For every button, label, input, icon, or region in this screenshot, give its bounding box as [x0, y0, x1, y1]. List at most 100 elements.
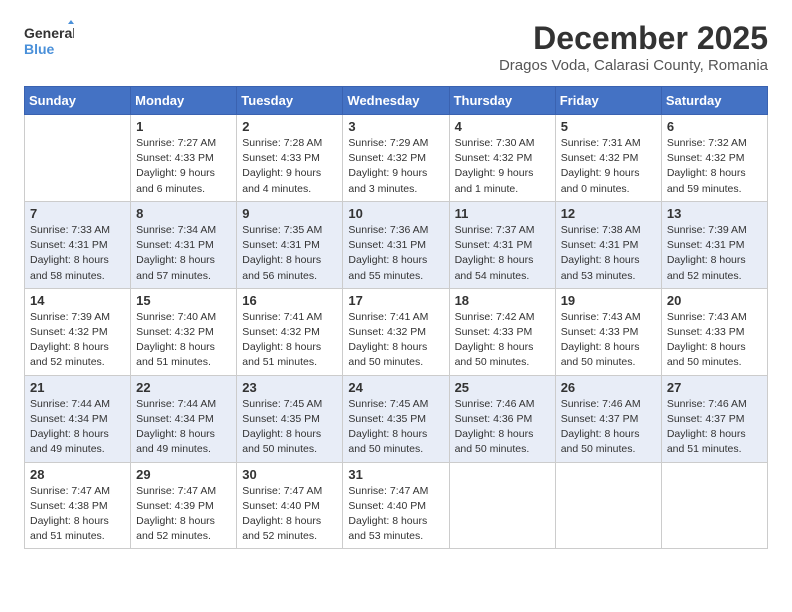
- svg-text:General: General: [24, 25, 74, 41]
- calendar-cell: 15 Sunrise: 7:40 AMSunset: 4:32 PMDayligh…: [131, 288, 237, 375]
- day-number: 16: [242, 293, 337, 308]
- col-header-tuesday: Tuesday: [237, 87, 343, 115]
- logo-svg: General Blue: [24, 20, 74, 62]
- calendar-cell: 22Sunrise: 7:44 AMSunset: 4:34 PMDayligh…: [131, 375, 237, 462]
- calendar-cell: 31 Sunrise: 7:47 AMSunset: 4:40 PMDayligh…: [343, 462, 449, 549]
- day-info: Sunrise: 7:47 AMSunset: 4:38 PMDaylight:…: [30, 484, 125, 545]
- day-info: Sunrise: 7:30 AMSunset: 4:32 PMDaylight:…: [455, 136, 550, 197]
- calendar-cell: 13Sunrise: 7:39 AMSunset: 4:31 PMDayligh…: [661, 201, 767, 288]
- col-header-saturday: Saturday: [661, 87, 767, 115]
- day-info: Sunrise: 7:33 AMSunset: 4:31 PMDaylight:…: [30, 223, 125, 284]
- calendar-cell: 3Sunrise: 7:29 AMSunset: 4:32 PMDaylight…: [343, 115, 449, 202]
- location-subtitle: Dragos Voda, Calarasi County, Romania: [499, 57, 768, 74]
- day-number: 31: [348, 467, 443, 482]
- day-number: 17: [348, 293, 443, 308]
- day-number: 25: [455, 380, 550, 395]
- calendar-cell: 27Sunrise: 7:46 AMSunset: 4:37 PMDayligh…: [661, 375, 767, 462]
- calendar-cell: 24 Sunrise: 7:45 AMSunset: 4:35 PMDayligh…: [343, 375, 449, 462]
- day-info: Sunrise: 7:39 AMSunset: 4:31 PMDaylight:…: [667, 223, 762, 284]
- day-info: Sunrise: 7:41 AMSunset: 4:32 PMDaylight:…: [242, 310, 337, 371]
- day-info: Sunrise: 7:34 AMSunset: 4:31 PMDaylight:…: [136, 223, 231, 284]
- day-number: 12: [561, 206, 656, 221]
- day-info: Sunrise: 7:47 AMSunset: 4:40 PMDaylight:…: [242, 484, 337, 545]
- day-info: Sunrise: 7:32 AMSunset: 4:32 PMDaylight:…: [667, 136, 762, 197]
- day-info: Sunrise: 7:46 AMSunset: 4:37 PMDaylight:…: [561, 397, 656, 458]
- calendar-table: SundayMondayTuesdayWednesdayThursdayFrid…: [24, 86, 768, 549]
- day-number: 26: [561, 380, 656, 395]
- day-number: 29: [136, 467, 231, 482]
- calendar-cell: 8 Sunrise: 7:34 AMSunset: 4:31 PMDaylight…: [131, 201, 237, 288]
- calendar-cell: 1 Sunrise: 7:27 AMSunset: 4:33 PMDaylight…: [131, 115, 237, 202]
- day-info: Sunrise: 7:40 AMSunset: 4:32 PMDaylight:…: [136, 310, 231, 371]
- calendar-cell: 16 Sunrise: 7:41 AMSunset: 4:32 PMDayligh…: [237, 288, 343, 375]
- day-number: 28: [30, 467, 125, 482]
- calendar-cell: 18 Sunrise: 7:42 AMSunset: 4:33 PMDayligh…: [449, 288, 555, 375]
- day-info: Sunrise: 7:39 AMSunset: 4:32 PMDaylight:…: [30, 310, 125, 371]
- calendar-cell: 29 Sunrise: 7:47 AMSunset: 4:39 PMDayligh…: [131, 462, 237, 549]
- day-number: 1: [136, 119, 231, 134]
- day-info: Sunrise: 7:45 AMSunset: 4:35 PMDaylight:…: [242, 397, 337, 458]
- calendar-cell: 2Sunrise: 7:28 AMSunset: 4:33 PMDaylight…: [237, 115, 343, 202]
- calendar-cell: 21 Sunrise: 7:44 AMSunset: 4:34 PMDayligh…: [25, 375, 131, 462]
- day-number: 14: [30, 293, 125, 308]
- day-info: Sunrise: 7:41 AMSunset: 4:32 PMDaylight:…: [348, 310, 443, 371]
- day-number: 18: [455, 293, 550, 308]
- calendar-cell: 5 Sunrise: 7:31 AMSunset: 4:32 PMDaylight…: [555, 115, 661, 202]
- title-block: December 2025 Dragos Voda, Calarasi Coun…: [499, 20, 768, 74]
- col-header-thursday: Thursday: [449, 87, 555, 115]
- day-info: Sunrise: 7:29 AMSunset: 4:32 PMDaylight:…: [348, 136, 443, 197]
- day-number: 23: [242, 380, 337, 395]
- day-number: 7: [30, 206, 125, 221]
- day-number: 21: [30, 380, 125, 395]
- day-number: 20: [667, 293, 762, 308]
- day-info: Sunrise: 7:44 AMSunset: 4:34 PMDaylight:…: [136, 397, 231, 458]
- day-number: 19: [561, 293, 656, 308]
- calendar-cell: 28 Sunrise: 7:47 AMSunset: 4:38 PMDayligh…: [25, 462, 131, 549]
- day-number: 30: [242, 467, 337, 482]
- calendar-cell: 9 Sunrise: 7:35 AMSunset: 4:31 PMDaylight…: [237, 201, 343, 288]
- calendar-cell: 20Sunrise: 7:43 AMSunset: 4:33 PMDayligh…: [661, 288, 767, 375]
- calendar-cell: [555, 462, 661, 549]
- day-info: Sunrise: 7:36 AMSunset: 4:31 PMDaylight:…: [348, 223, 443, 284]
- col-header-monday: Monday: [131, 87, 237, 115]
- calendar-cell: [661, 462, 767, 549]
- day-info: Sunrise: 7:46 AMSunset: 4:37 PMDaylight:…: [667, 397, 762, 458]
- calendar-cell: 25 Sunrise: 7:46 AMSunset: 4:36 PMDayligh…: [449, 375, 555, 462]
- day-info: Sunrise: 7:47 AMSunset: 4:39 PMDaylight:…: [136, 484, 231, 545]
- day-info: Sunrise: 7:42 AMSunset: 4:33 PMDaylight:…: [455, 310, 550, 371]
- calendar-cell: 30 Sunrise: 7:47 AMSunset: 4:40 PMDayligh…: [237, 462, 343, 549]
- day-info: Sunrise: 7:35 AMSunset: 4:31 PMDaylight:…: [242, 223, 337, 284]
- calendar-cell: 10 Sunrise: 7:36 AMSunset: 4:31 PMDayligh…: [343, 201, 449, 288]
- col-header-wednesday: Wednesday: [343, 87, 449, 115]
- day-number: 9: [242, 206, 337, 221]
- calendar-cell: 26 Sunrise: 7:46 AMSunset: 4:37 PMDayligh…: [555, 375, 661, 462]
- day-info: Sunrise: 7:44 AMSunset: 4:34 PMDaylight:…: [30, 397, 125, 458]
- day-number: 8: [136, 206, 231, 221]
- col-header-sunday: Sunday: [25, 87, 131, 115]
- logo: General Blue: [24, 20, 74, 62]
- day-number: 15: [136, 293, 231, 308]
- day-number: 6: [667, 119, 762, 134]
- day-info: Sunrise: 7:43 AMSunset: 4:33 PMDaylight:…: [561, 310, 656, 371]
- calendar-cell: [25, 115, 131, 202]
- day-number: 11: [455, 206, 550, 221]
- day-info: Sunrise: 7:28 AMSunset: 4:33 PMDaylight:…: [242, 136, 337, 197]
- calendar-cell: [449, 462, 555, 549]
- day-info: Sunrise: 7:47 AMSunset: 4:40 PMDaylight:…: [348, 484, 443, 545]
- day-info: Sunrise: 7:45 AMSunset: 4:35 PMDaylight:…: [348, 397, 443, 458]
- day-info: Sunrise: 7:46 AMSunset: 4:36 PMDaylight:…: [455, 397, 550, 458]
- calendar-cell: 19 Sunrise: 7:43 AMSunset: 4:33 PMDayligh…: [555, 288, 661, 375]
- day-number: 24: [348, 380, 443, 395]
- calendar-cell: 4Sunrise: 7:30 AMSunset: 4:32 PMDaylight…: [449, 115, 555, 202]
- day-number: 5: [561, 119, 656, 134]
- day-info: Sunrise: 7:27 AMSunset: 4:33 PMDaylight:…: [136, 136, 231, 197]
- svg-text:Blue: Blue: [24, 41, 55, 57]
- calendar-cell: 14 Sunrise: 7:39 AMSunset: 4:32 PMDayligh…: [25, 288, 131, 375]
- page-header: General Blue December 2025 Dragos Voda, …: [24, 20, 768, 74]
- calendar-cell: 17 Sunrise: 7:41 AMSunset: 4:32 PMDayligh…: [343, 288, 449, 375]
- day-info: Sunrise: 7:37 AMSunset: 4:31 PMDaylight:…: [455, 223, 550, 284]
- day-info: Sunrise: 7:38 AMSunset: 4:31 PMDaylight:…: [561, 223, 656, 284]
- calendar-cell: 6 Sunrise: 7:32 AMSunset: 4:32 PMDaylight…: [661, 115, 767, 202]
- day-number: 10: [348, 206, 443, 221]
- day-info: Sunrise: 7:31 AMSunset: 4:32 PMDaylight:…: [561, 136, 656, 197]
